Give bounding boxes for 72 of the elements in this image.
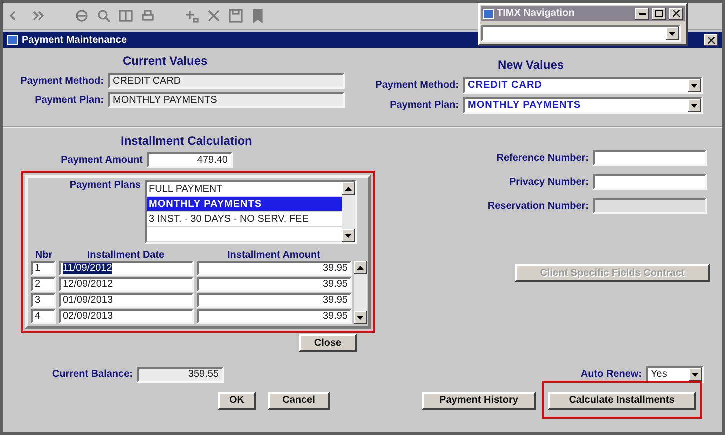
minimize-button[interactable]	[635, 8, 649, 20]
close-button[interactable]	[704, 34, 718, 46]
search-icon[interactable]	[95, 7, 113, 25]
field-label: Reference Number:	[496, 152, 589, 164]
close-button[interactable]	[669, 8, 683, 20]
list-item[interactable]: FULL PAYMENT	[147, 182, 342, 196]
window-title: Payment Maintenance	[22, 34, 128, 46]
amount-field[interactable]: 479.40	[147, 152, 233, 168]
field-label: Current Balance:	[51, 369, 133, 380]
field-label: Payment Plans	[68, 180, 141, 191]
table-cell: 2	[31, 277, 56, 292]
caret-icon	[357, 266, 364, 270]
table-cell: 4	[31, 309, 56, 324]
field-label: Payment Method:	[374, 80, 459, 91]
section-heading: New Values	[498, 58, 566, 72]
navigation-dropdown[interactable]	[481, 25, 681, 42]
table-cell: 1	[31, 261, 56, 276]
column-header: Nbr	[34, 250, 54, 261]
table-cell: 39.95	[197, 309, 352, 324]
date-cell[interactable]: 11/09/2012	[59, 261, 194, 276]
app-icon	[7, 35, 18, 45]
dialog-button[interactable]: Payment History	[422, 392, 536, 410]
dialog-button[interactable]: Cancel	[268, 392, 330, 410]
value-field: CREDIT CARD	[108, 73, 345, 89]
table-cell: 39.95	[197, 277, 352, 292]
window-title: TIMX Navigation	[497, 8, 576, 19]
date-cell[interactable]: 01/09/2013	[59, 293, 194, 308]
table-cell: 39.95	[197, 261, 352, 276]
table-cell: 3	[31, 293, 56, 308]
field-label: Payment Method:	[20, 76, 104, 86]
field-label: Payment Plan:	[34, 94, 104, 106]
field-label: Payment Plan:	[389, 100, 459, 111]
field-label: Auto Renew:	[580, 369, 642, 380]
field-label: Privacy Number:	[508, 176, 589, 188]
date-cell[interactable]: 02/09/2013	[59, 309, 194, 324]
column-header: Installment Date	[86, 250, 166, 261]
caret-icon	[345, 186, 352, 190]
maximize-icon	[655, 10, 663, 17]
caret-icon	[691, 84, 698, 88]
column-header: Installment Amount	[226, 250, 322, 261]
dropdown[interactable]: MONTHLY PAYMENTS	[463, 97, 703, 114]
value-field: MONTHLY PAYMENTS	[108, 92, 345, 108]
list-item[interactable]: 3 INST. - 30 DAYS - NO SERV. FEE	[147, 212, 342, 226]
maximize-button[interactable]	[652, 8, 666, 20]
caret-icon	[357, 316, 364, 320]
dialog-button[interactable]: OK	[218, 392, 256, 410]
app-icon	[483, 8, 494, 18]
caret-icon	[691, 104, 698, 108]
list-item[interactable]: MONTHLY PAYMENTS	[147, 197, 342, 211]
scroll-down-button[interactable]	[342, 229, 355, 242]
caret-icon	[345, 234, 352, 238]
scroll-down-button[interactable]	[354, 311, 367, 324]
balance-field: 359.55	[137, 366, 224, 382]
date-cell[interactable]: 12/09/2012	[59, 277, 194, 292]
close-icon	[708, 36, 714, 44]
scroll-up-button[interactable]	[354, 261, 367, 274]
dialog-button[interactable]: Calculate Installments	[548, 392, 696, 410]
plan-list[interactable]: FULL PAYMENT MONTHLY PAYMENTS 3 INST. - 30 DAYS - NO SERV. FEE	[145, 180, 357, 244]
scroll-up-button[interactable]	[342, 182, 355, 195]
section-heading: Installment Calculation	[121, 134, 254, 148]
close-button[interactable]: Close	[299, 334, 357, 352]
section-heading: Current Values	[123, 54, 209, 68]
input-field[interactable]	[593, 150, 707, 166]
caret-icon	[692, 372, 699, 376]
minimize-icon	[638, 12, 646, 14]
input-field[interactable]	[593, 174, 707, 190]
close-icon	[672, 10, 680, 17]
save-icon[interactable]	[227, 7, 245, 25]
field-label: Reservation Number:	[486, 200, 589, 212]
dropdown[interactable]: CREDIT CARD	[463, 77, 703, 94]
table-cell: 39.95	[197, 293, 352, 308]
field-label: Payment Amount	[60, 154, 143, 166]
